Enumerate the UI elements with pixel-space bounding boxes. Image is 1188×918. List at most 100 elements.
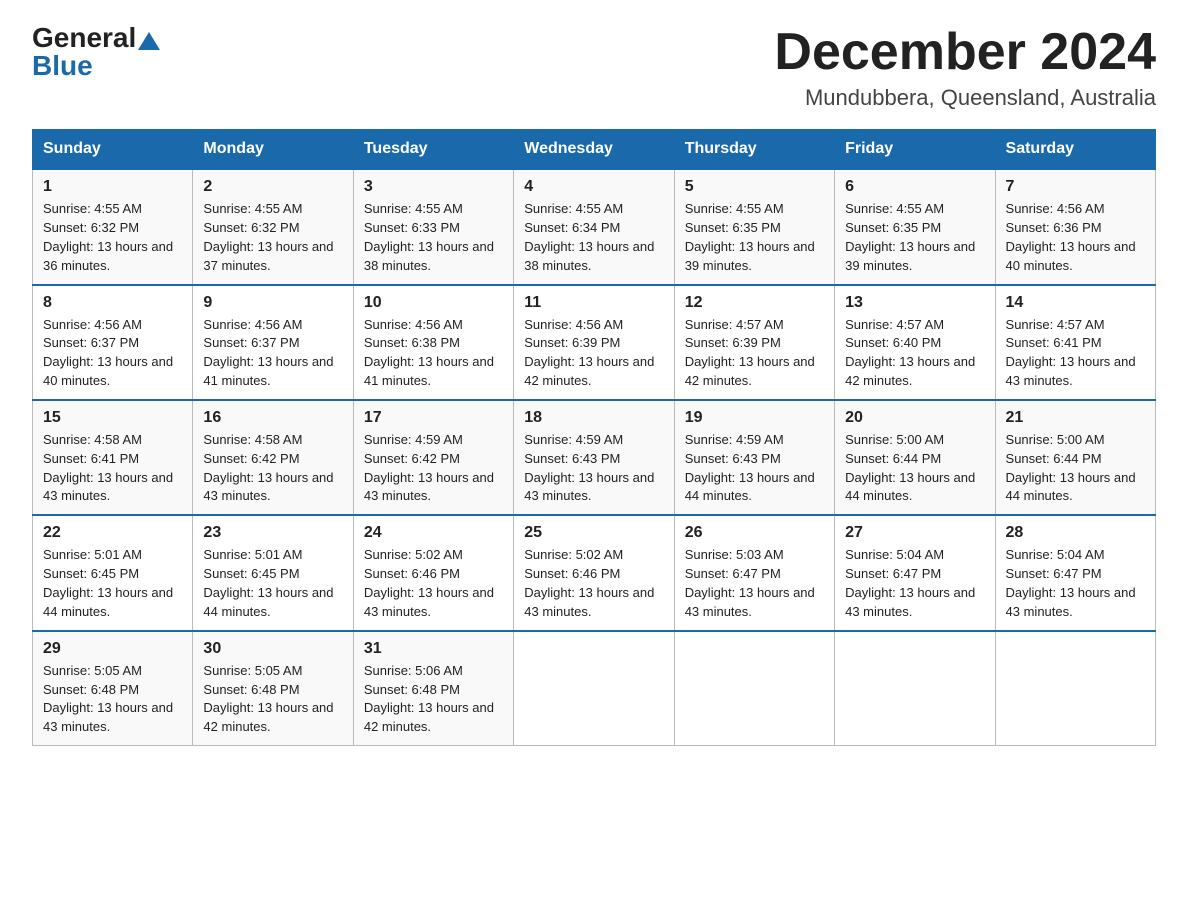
day-info: Sunrise: 5:05 AMSunset: 6:48 PMDaylight:… [43, 662, 182, 737]
day-info: Sunrise: 5:00 AMSunset: 6:44 PMDaylight:… [1006, 431, 1145, 506]
day-cell: 11 Sunrise: 4:56 AMSunset: 6:39 PMDayligh… [514, 285, 674, 400]
day-cell [514, 631, 674, 746]
day-info: Sunrise: 4:57 AMSunset: 6:39 PMDaylight:… [685, 316, 824, 391]
day-info: Sunrise: 4:55 AMSunset: 6:35 PMDaylight:… [685, 200, 824, 275]
day-info: Sunrise: 4:57 AMSunset: 6:41 PMDaylight:… [1006, 316, 1145, 391]
logo: General Blue [32, 24, 160, 80]
day-info: Sunrise: 4:55 AMSunset: 6:32 PMDaylight:… [203, 200, 342, 275]
location-title: Mundubbera, Queensland, Australia [774, 85, 1156, 111]
day-cell: 2 Sunrise: 4:55 AMSunset: 6:32 PMDaylight… [193, 169, 353, 284]
day-number: 5 [685, 178, 824, 196]
day-info: Sunrise: 4:55 AMSunset: 6:35 PMDaylight:… [845, 200, 984, 275]
day-info: Sunrise: 4:56 AMSunset: 6:37 PMDaylight:… [203, 316, 342, 391]
day-info: Sunrise: 4:56 AMSunset: 6:37 PMDaylight:… [43, 316, 182, 391]
page-header: General Blue December 2024 Mundubbera, Q… [32, 24, 1156, 111]
day-info: Sunrise: 4:59 AMSunset: 6:43 PMDaylight:… [524, 431, 663, 506]
day-info: Sunrise: 5:02 AMSunset: 6:46 PMDaylight:… [364, 546, 503, 621]
day-number: 2 [203, 178, 342, 196]
day-cell: 29Sunrise: 5:05 AMSunset: 6:48 PMDayligh… [33, 631, 193, 746]
day-number: 22 [43, 524, 182, 542]
day-cell: 9 Sunrise: 4:56 AMSunset: 6:37 PMDaylight… [193, 285, 353, 400]
day-cell: 8Sunrise: 4:56 AMSunset: 6:37 PMDaylight… [33, 285, 193, 400]
col-header-thursday: Thursday [674, 130, 834, 170]
day-number: 18 [524, 409, 663, 427]
day-number: 9 [203, 294, 342, 312]
day-info: Sunrise: 4:58 AMSunset: 6:41 PMDaylight:… [43, 431, 182, 506]
day-cell: 3 Sunrise: 4:55 AMSunset: 6:33 PMDaylight… [353, 169, 513, 284]
day-number: 6 [845, 178, 984, 196]
day-number: 11 [524, 294, 663, 312]
day-cell: 10 Sunrise: 4:56 AMSunset: 6:38 PMDayligh… [353, 285, 513, 400]
day-number: 12 [685, 294, 824, 312]
day-info: Sunrise: 5:04 AMSunset: 6:47 PMDaylight:… [845, 546, 984, 621]
day-info: Sunrise: 5:04 AMSunset: 6:47 PMDaylight:… [1006, 546, 1145, 621]
day-number: 20 [845, 409, 984, 427]
col-header-monday: Monday [193, 130, 353, 170]
day-number: 25 [524, 524, 663, 542]
day-number: 13 [845, 294, 984, 312]
day-cell: 25Sunrise: 5:02 AMSunset: 6:46 PMDayligh… [514, 515, 674, 630]
col-header-friday: Friday [835, 130, 995, 170]
day-cell: 13 Sunrise: 4:57 AMSunset: 6:40 PMDayligh… [835, 285, 995, 400]
day-info: Sunrise: 4:57 AMSunset: 6:40 PMDaylight:… [845, 316, 984, 391]
day-cell: 28Sunrise: 5:04 AMSunset: 6:47 PMDayligh… [995, 515, 1155, 630]
day-info: Sunrise: 5:00 AMSunset: 6:44 PMDaylight:… [845, 431, 984, 506]
day-number: 17 [364, 409, 503, 427]
day-number: 19 [685, 409, 824, 427]
day-info: Sunrise: 4:59 AMSunset: 6:42 PMDaylight:… [364, 431, 503, 506]
col-header-saturday: Saturday [995, 130, 1155, 170]
day-cell [674, 631, 834, 746]
day-number: 27 [845, 524, 984, 542]
day-info: Sunrise: 4:55 AMSunset: 6:34 PMDaylight:… [524, 200, 663, 275]
day-number: 16 [203, 409, 342, 427]
day-cell: 30Sunrise: 5:05 AMSunset: 6:48 PMDayligh… [193, 631, 353, 746]
day-info: Sunrise: 5:03 AMSunset: 6:47 PMDaylight:… [685, 546, 824, 621]
day-info: Sunrise: 4:55 AMSunset: 6:32 PMDaylight:… [43, 200, 182, 275]
day-info: Sunrise: 4:56 AMSunset: 6:38 PMDaylight:… [364, 316, 503, 391]
day-number: 3 [364, 178, 503, 196]
day-cell: 17 Sunrise: 4:59 AMSunset: 6:42 PMDayligh… [353, 400, 513, 515]
week-row-4: 22 Sunrise: 5:01 AMSunset: 6:45 PMDayligh… [33, 515, 1156, 630]
day-cell: 23 Sunrise: 5:01 AMSunset: 6:45 PMDayligh… [193, 515, 353, 630]
day-cell: 20 Sunrise: 5:00 AMSunset: 6:44 PMDayligh… [835, 400, 995, 515]
day-info: Sunrise: 4:56 AMSunset: 6:39 PMDaylight:… [524, 316, 663, 391]
day-cell: 24 Sunrise: 5:02 AMSunset: 6:46 PMDayligh… [353, 515, 513, 630]
day-cell: 31 Sunrise: 5:06 AMSunset: 6:48 PMDayligh… [353, 631, 513, 746]
col-header-wednesday: Wednesday [514, 130, 674, 170]
day-cell: 12 Sunrise: 4:57 AMSunset: 6:39 PMDayligh… [674, 285, 834, 400]
day-cell: 27 Sunrise: 5:04 AMSunset: 6:47 PMDayligh… [835, 515, 995, 630]
day-cell: 6 Sunrise: 4:55 AMSunset: 6:35 PMDaylight… [835, 169, 995, 284]
logo-blue-text: Blue [32, 52, 93, 80]
day-cell [835, 631, 995, 746]
month-title: December 2024 [774, 24, 1156, 81]
day-number: 24 [364, 524, 503, 542]
col-header-tuesday: Tuesday [353, 130, 513, 170]
day-info: Sunrise: 5:01 AMSunset: 6:45 PMDaylight:… [43, 546, 182, 621]
day-number: 31 [364, 640, 503, 658]
day-number: 4 [524, 178, 663, 196]
logo-general-text: General [32, 24, 136, 52]
day-cell: 15 Sunrise: 4:58 AMSunset: 6:41 PMDayligh… [33, 400, 193, 515]
day-info: Sunrise: 5:06 AMSunset: 6:48 PMDaylight:… [364, 662, 503, 737]
day-number: 10 [364, 294, 503, 312]
day-cell: 16Sunrise: 4:58 AMSunset: 6:42 PMDayligh… [193, 400, 353, 515]
day-cell [995, 631, 1155, 746]
day-info: Sunrise: 4:55 AMSunset: 6:33 PMDaylight:… [364, 200, 503, 275]
col-header-sunday: Sunday [33, 130, 193, 170]
day-cell: 18 Sunrise: 4:59 AMSunset: 6:43 PMDayligh… [514, 400, 674, 515]
day-info: Sunrise: 5:01 AMSunset: 6:45 PMDaylight:… [203, 546, 342, 621]
calendar-header-row: SundayMondayTuesdayWednesdayThursdayFrid… [33, 130, 1156, 170]
week-row-3: 15 Sunrise: 4:58 AMSunset: 6:41 PMDayligh… [33, 400, 1156, 515]
day-number: 1 [43, 178, 182, 196]
day-cell: 21Sunrise: 5:00 AMSunset: 6:44 PMDayligh… [995, 400, 1155, 515]
day-cell: 5 Sunrise: 4:55 AMSunset: 6:35 PMDaylight… [674, 169, 834, 284]
day-cell: 7Sunrise: 4:56 AMSunset: 6:36 PMDaylight… [995, 169, 1155, 284]
day-number: 23 [203, 524, 342, 542]
day-number: 15 [43, 409, 182, 427]
day-info: Sunrise: 5:05 AMSunset: 6:48 PMDaylight:… [203, 662, 342, 737]
calendar-table: SundayMondayTuesdayWednesdayThursdayFrid… [32, 129, 1156, 746]
day-number: 26 [685, 524, 824, 542]
week-row-5: 29Sunrise: 5:05 AMSunset: 6:48 PMDayligh… [33, 631, 1156, 746]
day-number: 7 [1006, 178, 1145, 196]
day-number: 14 [1006, 294, 1145, 312]
